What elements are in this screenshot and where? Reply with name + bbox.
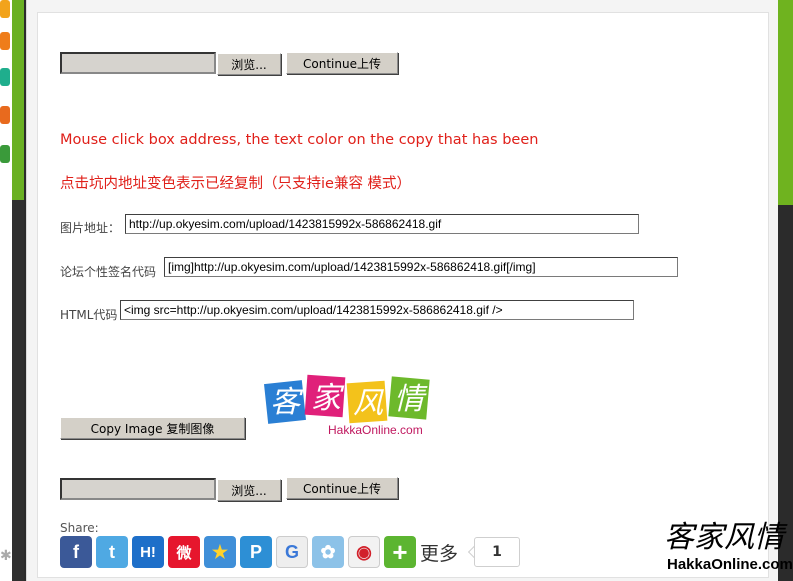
hatena-icon[interactable]: H!: [132, 536, 164, 568]
copy-image-button[interactable]: Copy Image 复制图像: [60, 417, 245, 439]
side-app-icon[interactable]: [0, 32, 10, 50]
content-area: 浏览... Continue上传 Mouse click box address…: [37, 12, 769, 578]
main-panel: 浏览... Continue上传 Mouse click box address…: [26, 0, 778, 581]
html-code-label: HTML代码: [60, 308, 118, 322]
right-green-bar: [778, 0, 793, 205]
forum-signature-label: 论坛个性签名代码: [60, 265, 157, 279]
continue-upload-button-bottom[interactable]: Continue上传: [286, 477, 398, 499]
messenger-icon[interactable]: ✿: [312, 536, 344, 568]
logo-char: 家: [311, 381, 345, 416]
side-app-icon[interactable]: [0, 106, 10, 124]
continue-upload-button[interactable]: Continue上传: [286, 52, 398, 74]
weibo-icon[interactable]: 微: [168, 536, 200, 568]
browse-button-bottom[interactable]: 浏览...: [217, 479, 281, 501]
twitter-icon[interactable]: t: [96, 536, 128, 568]
logo-char: 情: [394, 382, 428, 417]
html-code-field[interactable]: <img src=http://up.okyesim.com/upload/14…: [120, 300, 634, 320]
image-url-field[interactable]: http://up.okyesim.com/upload/1423815992x…: [125, 214, 639, 234]
logo-char: 风: [353, 386, 384, 421]
notice-english: Mouse click box address, the text color …: [60, 132, 539, 148]
file-path-field[interactable]: [60, 52, 216, 74]
left-green-bar: [12, 0, 24, 200]
gear-icon[interactable]: ✱: [0, 548, 12, 564]
forum-signature-field[interactable]: [img]http://up.okyesim.com/upload/142381…: [164, 257, 678, 277]
qq-icon[interactable]: ◉: [348, 536, 380, 568]
facebook-icon[interactable]: f: [60, 536, 92, 568]
hakka-watermark: 客家风情: [664, 520, 788, 555]
hakka-online-logo: 客 家 风 情 HakkaOnline.com: [264, 374, 436, 438]
notice-chinese: 点击坑内地址变色表示已经复制（只支持ie兼容 模式）: [60, 176, 412, 192]
pinterest-icon[interactable]: P: [240, 536, 272, 568]
share-count: 1: [474, 537, 520, 567]
logo-char: 客: [270, 385, 304, 420]
browse-button[interactable]: 浏览...: [217, 53, 281, 75]
image-url-label: 图片地址：: [60, 221, 121, 235]
add-more-icon[interactable]: +: [384, 536, 416, 568]
share-label: Share:: [60, 521, 99, 535]
side-app-icon[interactable]: [0, 145, 10, 163]
svg-text:客家风情: 客家风情: [664, 520, 788, 555]
logo-site: HakkaOnline.com: [328, 423, 423, 437]
watermark-site: HakkaOnline.com: [667, 556, 793, 573]
share-bar: f t H! 微 ★ P G ✿ ◉ + 更多 1: [60, 536, 530, 570]
file-path-field-bottom[interactable]: [60, 478, 216, 500]
star-bookmark-icon[interactable]: ★: [204, 536, 236, 568]
google-icon[interactable]: G: [276, 536, 308, 568]
side-app-icon[interactable]: [0, 0, 10, 18]
left-dark-bar: [12, 200, 24, 581]
side-app-icon[interactable]: [0, 68, 10, 86]
more-link[interactable]: 更多: [420, 539, 458, 566]
